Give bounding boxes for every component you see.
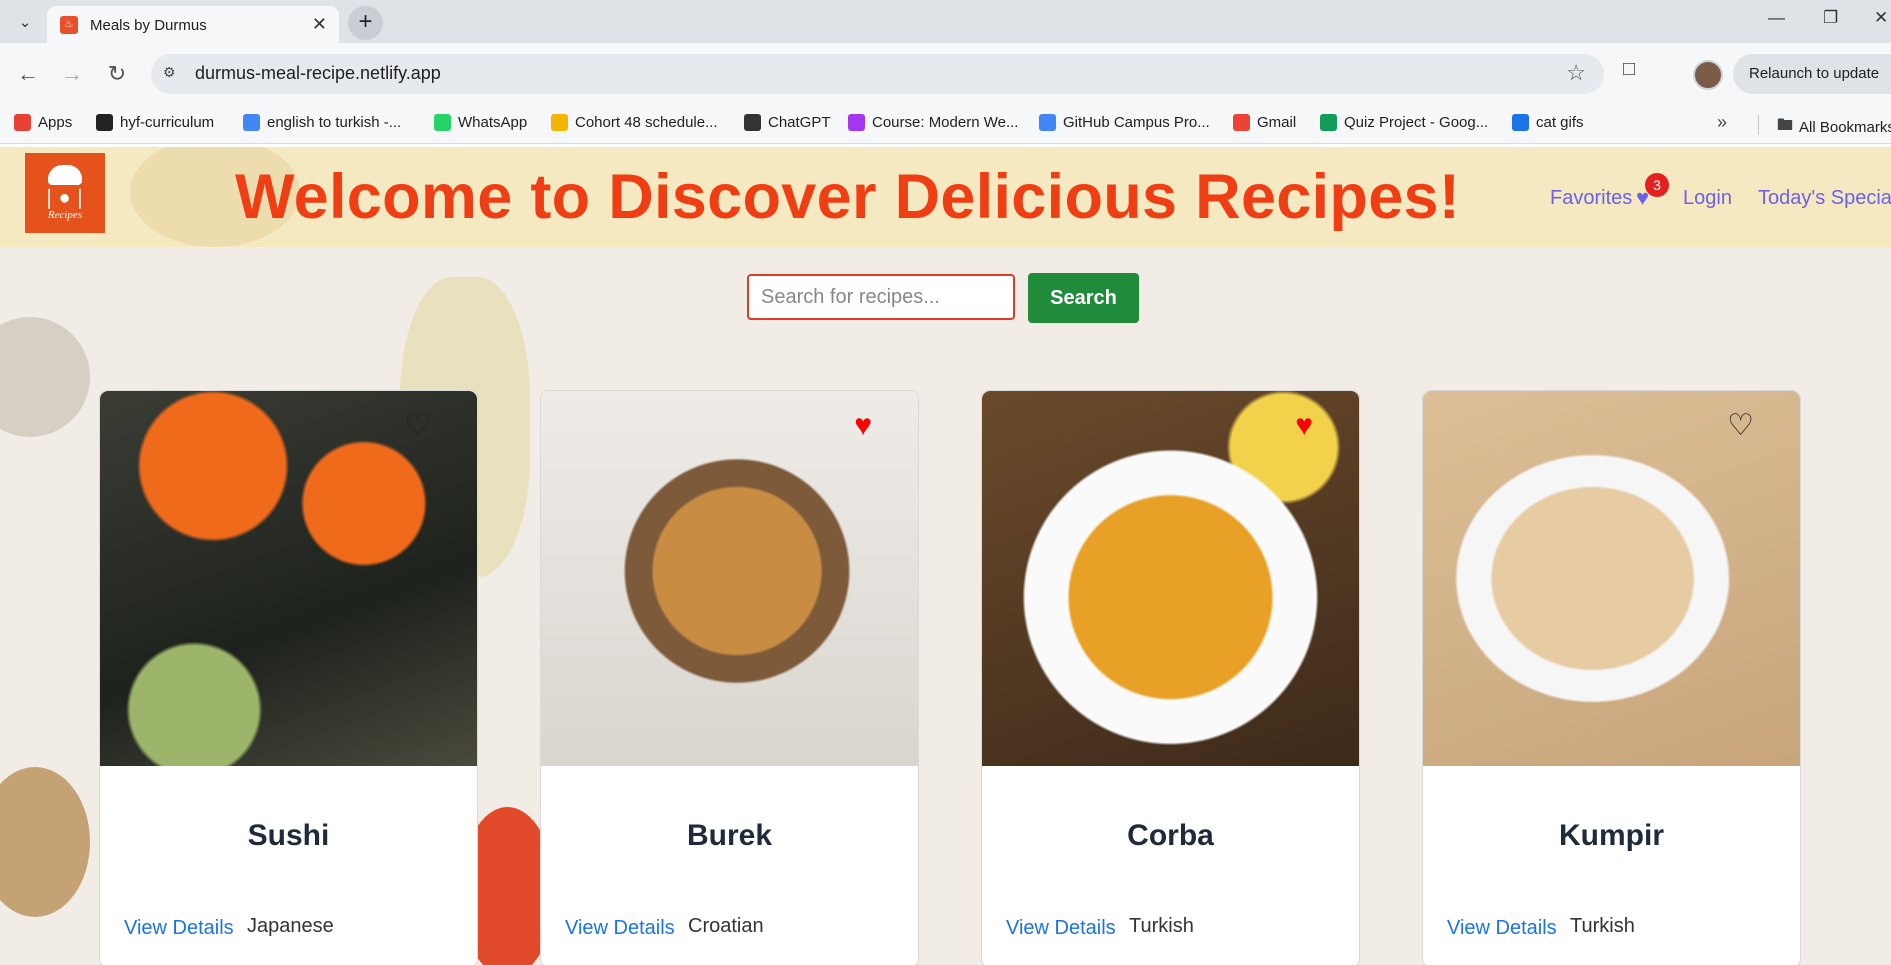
url-text[interactable]: durmus-meal-recipe.netlify.app [195,63,441,84]
bookmark-item[interactable]: GitHub Campus Pro... [1039,114,1210,131]
recipe-name: Sushi [247,819,330,852]
search-button[interactable]: Search [1028,273,1139,323]
recipe-card[interactable]: ♡ Kumpir View Details Turkish [1422,390,1801,965]
bookmark-label: cat gifs [1536,114,1584,131]
site-logo[interactable]: ❘●❘ Recipes [25,153,105,233]
bookmark-label: Cohort 48 schedule... [575,114,718,131]
bookmark-item[interactable]: cat gifs [1512,114,1584,131]
view-details-link[interactable]: View Details [565,917,675,940]
chef-hat-icon [48,165,82,185]
bookmark-item[interactable]: ChatGPT [744,114,831,131]
recipe-card[interactable]: ♥ Burek View Details Croatian [540,390,919,965]
recipe-cuisine: Japanese [247,915,334,937]
browser-tabstrip: ⌄ ♨ Meals by Durmus ✕ + — ❐ ✕ [0,0,1891,43]
bookmark-label: Course: Modern We... [872,114,1019,131]
recipe-cuisine: Turkish [1129,915,1194,937]
browser-tab[interactable]: ♨ Meals by Durmus ✕ [47,6,339,43]
recipe-image[interactable] [100,391,477,766]
apps-grid-icon [14,114,31,131]
recipe-name: Burek [686,819,773,852]
gmail-icon [1233,114,1250,131]
page-headline: Welcome to Discover Delicious Recipes! [235,162,1461,232]
google-icon [243,114,260,131]
nav-login-link[interactable]: Login [1683,187,1732,210]
bookmark-item[interactable]: Gmail [1233,114,1296,131]
bookmark-label: hyf-curriculum [120,114,215,131]
nav-todays-special-link[interactable]: Today's Special [1758,187,1891,210]
recipe-name: Kumpir [1559,819,1664,852]
bookmark-item[interactable]: english to turkish -... [243,114,401,131]
tab-close-icon[interactable]: ✕ [312,14,327,35]
gif-icon [1512,114,1529,131]
bookmark-label: english to turkish -... [267,114,402,131]
recipe-name: Corba [1127,819,1214,852]
site-info-icon[interactable]: ⚙ [163,64,183,84]
bookmark-label: WhatsApp [458,114,528,131]
back-arrow-icon[interactable]: ← [12,59,44,89]
bookmark-item[interactable]: WhatsApp [434,114,527,131]
recipe-cuisine: Croatian [688,915,764,937]
all-bookmarks-folder[interactable]: 🖿 All Bookmarks [1777,114,1891,141]
view-details-link[interactable]: View Details [1006,917,1116,940]
address-bar[interactable]: ⚙ durmus-meal-recipe.netlify.app ☆ [151,54,1604,94]
garlic-decoration [0,317,90,437]
close-window-icon[interactable]: ✕ [1874,8,1888,28]
bread-decoration [0,767,90,917]
heart-outline-icon[interactable]: ♡ [1727,411,1754,441]
udemy-icon [848,114,865,131]
bookmarks-bar: Apps hyf-curriculum english to turkish -..… [0,105,1891,144]
web-page: ❘●❘ Recipes Welcome to Discover Deliciou… [0,147,1891,965]
docs-icon [1039,114,1056,131]
bookmark-label: Apps [38,114,73,131]
bookmark-item[interactable]: Course: Modern We... [848,114,1018,131]
recipe-image[interactable] [982,391,1359,766]
search-input[interactable] [747,274,1015,320]
bookmark-item[interactable]: hyf-curriculum [96,114,214,131]
view-details-link[interactable]: View Details [124,917,234,940]
heart-outline-icon[interactable]: ♡ [404,411,431,441]
bookmark-label: Quiz Project - Goog... [1344,114,1489,131]
bookmarks-separator [1758,115,1759,135]
favorites-count-badge: 3 [1645,173,1669,197]
extensions-icon[interactable]: □ [1623,58,1635,81]
heart-filled-icon[interactable]: ♥ [854,411,872,441]
relaunch-button[interactable]: Relaunch to update [1733,54,1891,94]
bookmark-star-icon[interactable]: ☆ [1566,60,1586,86]
sheets-icon [1320,114,1337,131]
minimize-icon[interactable]: — [1768,8,1785,28]
tab-search-chevron-icon[interactable]: ⌄ [12,10,38,34]
tab-title: Meals by Durmus [90,17,207,34]
google-drive-icon [551,114,568,131]
recipe-image[interactable] [1423,391,1800,766]
site-favicon-icon: ♨ [60,16,78,34]
bookmark-label: GitHub Campus Pro... [1063,114,1210,131]
whatsapp-icon [434,114,451,131]
recipe-cuisine: Turkish [1570,915,1635,937]
recipe-card[interactable]: ♥ Corba View Details Turkish [981,390,1360,965]
recipe-card[interactable]: ♡ Sushi View Details Japanese [99,390,478,965]
bookmark-label: ChatGPT [768,114,831,131]
browser-toolbar: ← → ↻ ⚙ durmus-meal-recipe.netlify.app ☆ [0,43,1891,105]
utensils-icon: ❘●❘ [40,187,90,209]
reload-icon[interactable]: ↻ [101,59,133,89]
bookmark-item[interactable]: Apps [14,114,72,131]
profile-avatar[interactable] [1693,60,1723,90]
chatgpt-icon [744,114,761,131]
site-header: ❘●❘ Recipes Welcome to Discover Deliciou… [0,147,1891,247]
heart-filled-icon[interactable]: ♥ [1295,411,1313,441]
recipe-image[interactable] [541,391,918,766]
more-bookmarks-icon[interactable]: » [1717,112,1727,133]
github-icon [96,114,113,131]
nav-favorites-link[interactable]: Favorites [1550,187,1632,210]
new-tab-button[interactable]: + [348,6,383,40]
bookmark-item[interactable]: Quiz Project - Goog... [1320,114,1488,131]
bookmark-item[interactable]: Cohort 48 schedule... [551,114,718,131]
view-details-link[interactable]: View Details [1447,917,1557,940]
restore-icon[interactable]: ❐ [1823,8,1838,28]
bookmark-label: Gmail [1257,114,1297,131]
forward-arrow-icon[interactable]: → [56,59,88,89]
folder-icon: 🖿 [1777,117,1794,134]
logo-label: Recipes [47,209,83,221]
